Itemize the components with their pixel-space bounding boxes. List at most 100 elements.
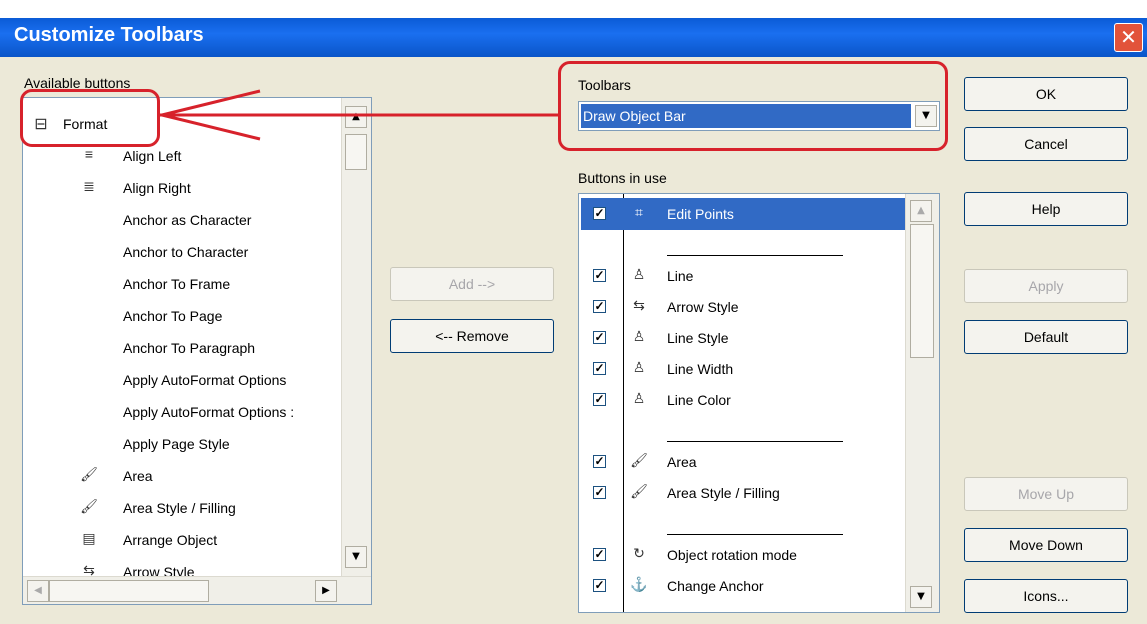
list-item-label: Arrange Object <box>123 532 218 548</box>
rotation-icon: ↻ <box>633 545 645 561</box>
list-item-label: Align Left <box>123 148 182 164</box>
cancel-button[interactable]: Cancel <box>964 127 1128 161</box>
remove-button[interactable]: <-- Remove <box>390 319 554 353</box>
list-item-label: Line <box>667 268 694 284</box>
anchor-icon: ⚓ <box>630 576 648 592</box>
list-item[interactable]: ✓ ♙ Line <box>579 260 905 292</box>
list-item[interactable]: Apply AutoFormat Options : <box>23 396 339 428</box>
align-right-icon: ≣ <box>83 178 95 194</box>
scroll-up-button[interactable]: ▲ <box>910 200 932 222</box>
available-buttons-list[interactable]: ⊟ Format ≡ Align Left ≣ Align Right Anchor a… <box>22 97 372 605</box>
list-item[interactable]: Apply Page Style <box>23 428 339 460</box>
align-left-icon: ≡ <box>84 146 94 162</box>
list-item-label: Anchor To Frame <box>123 276 231 292</box>
scroll-down-button[interactable]: ▼ <box>345 546 367 568</box>
scroll-thumb[interactable] <box>910 224 934 358</box>
list-item-label: Apply AutoFormat Options : <box>123 404 295 420</box>
area-filling-icon: 🖌 <box>630 483 648 499</box>
arrange-object-icon: ▤ <box>82 530 96 546</box>
list-item-label: Arrow Style <box>667 299 739 315</box>
annotation-arrow <box>160 89 560 141</box>
move-up-button[interactable]: Move Up <box>964 477 1128 511</box>
list-item[interactable]: ✓ 🖌 Area <box>579 446 905 478</box>
apply-button[interactable]: Apply <box>964 269 1128 303</box>
list-item[interactable]: Anchor as Character <box>23 204 339 236</box>
visibility-checkbox[interactable]: ✓ <box>593 393 606 406</box>
title-bar[interactable]: Customize Toolbars ✕ <box>0 18 1147 57</box>
list-item-label: Area <box>667 454 697 470</box>
horizontal-scroll-thumb[interactable] <box>49 580 209 602</box>
separator <box>667 441 843 442</box>
line-style-icon: ♙ <box>632 328 646 344</box>
default-button[interactable]: Default <box>964 320 1128 354</box>
arrow-style-icon: ⇆ <box>633 297 645 313</box>
separator <box>667 255 843 256</box>
list-item-label: Change Anchor <box>667 578 764 594</box>
list-item[interactable]: ✓ ♙ Line Width <box>579 353 905 385</box>
edit-points-icon: ⌗ <box>635 204 643 220</box>
add-button[interactable]: Add --> <box>390 267 554 301</box>
background-window-fragment <box>853 0 1113 18</box>
visibility-checkbox[interactable]: ✓ <box>593 486 606 499</box>
list-item[interactable]: ▤ Arrange Object <box>23 524 339 556</box>
list-item-label: Anchor as Character <box>123 212 252 228</box>
visibility-checkbox[interactable]: ✓ <box>593 300 606 313</box>
area-icon: 🖌 <box>630 452 648 468</box>
dialog-title: Customize Toolbars <box>14 24 204 46</box>
list-item-label: Anchor To Page <box>123 308 223 324</box>
list-item[interactable]: 🖌 Area <box>23 460 339 492</box>
dialog-body: Available buttons ⊟ Format ≡ Align Left ≣ A… <box>0 57 1147 624</box>
in-use-vertical-scrollbar[interactable]: ▲ ▼ <box>905 194 939 612</box>
customize-toolbars-dialog: Customize Toolbars ✕ Available buttons ⊟… <box>0 0 1147 624</box>
list-item-label: Line Width <box>667 361 734 377</box>
list-item-label: Line Color <box>667 392 731 408</box>
list-item-label: Area Style / Filling <box>123 500 236 516</box>
visibility-checkbox[interactable]: ✓ <box>593 207 606 220</box>
close-button[interactable]: ✕ <box>1114 23 1143 52</box>
list-item[interactable]: Anchor To Page <box>23 300 339 332</box>
annotation-highlight-format <box>20 89 160 147</box>
visibility-checkbox[interactable]: ✓ <box>593 455 606 468</box>
visibility-checkbox[interactable]: ✓ <box>593 548 606 561</box>
list-item-label: Apply AutoFormat Options <box>123 372 287 388</box>
line-icon: ♙ <box>632 266 646 282</box>
list-item[interactable]: ✓ ↻ Object rotation mode <box>579 539 905 571</box>
list-item-label: Align Right <box>123 180 191 196</box>
list-item[interactable]: Apply AutoFormat Options <box>23 364 339 396</box>
list-item-label: Object rotation mode <box>667 547 797 563</box>
scroll-right-button[interactable]: ▶ <box>315 580 337 602</box>
area-filling-icon: 🖌 <box>80 498 98 514</box>
list-item-label: Anchor to Character <box>123 244 249 260</box>
list-item[interactable]: ✓ ⇆ Arrow Style <box>579 291 905 323</box>
list-item-label: Line Style <box>667 330 729 346</box>
visibility-checkbox[interactable]: ✓ <box>593 269 606 282</box>
separator <box>667 534 843 535</box>
available-horizontal-scrollbar[interactable]: ◀ ▶ <box>23 576 371 604</box>
list-item[interactable]: ✓ ⚓ Change Anchor <box>579 570 905 602</box>
ok-button[interactable]: OK <box>964 77 1128 111</box>
scroll-down-button[interactable]: ▼ <box>910 586 932 608</box>
buttons-in-use-list[interactable]: ✓ ⌗ Edit Points ✓ ♙ Line ✓ ⇆ Arrow Style ✓ ♙ Line S… <box>578 193 940 613</box>
list-item[interactable]: 🖌 Area Style / Filling <box>23 492 339 524</box>
scroll-left-button[interactable]: ◀ <box>27 580 49 602</box>
buttons-in-use-label: Buttons in use <box>578 170 667 186</box>
list-item[interactable]: ✓ ♙ Line Style <box>579 322 905 354</box>
icons-button[interactable]: Icons... <box>964 579 1128 613</box>
list-item-label: Edit Points <box>667 206 734 222</box>
line-color-icon: ♙ <box>632 390 646 406</box>
list-item[interactable]: Anchor To Paragraph <box>23 332 339 364</box>
list-item[interactable]: ✓ ♙ Line Color <box>579 384 905 416</box>
list-item[interactable]: ≣ Align Right <box>23 172 339 204</box>
list-item[interactable]: Anchor to Character <box>23 236 339 268</box>
visibility-checkbox[interactable]: ✓ <box>593 579 606 592</box>
help-button[interactable]: Help <box>964 192 1128 226</box>
list-item-label: Area <box>123 468 153 484</box>
move-down-button[interactable]: Move Down <box>964 528 1128 562</box>
visibility-checkbox[interactable]: ✓ <box>593 362 606 375</box>
list-item[interactable]: ✓ 🖌 Area Style / Filling <box>579 477 905 509</box>
available-vertical-scrollbar[interactable]: ▲ ▼ <box>341 98 371 576</box>
visibility-checkbox[interactable]: ✓ <box>593 331 606 344</box>
list-item[interactable]: ✓ ⌗ Edit Points <box>579 198 907 230</box>
list-item[interactable]: Anchor To Frame <box>23 268 339 300</box>
list-item-label: Area Style / Filling <box>667 485 780 501</box>
